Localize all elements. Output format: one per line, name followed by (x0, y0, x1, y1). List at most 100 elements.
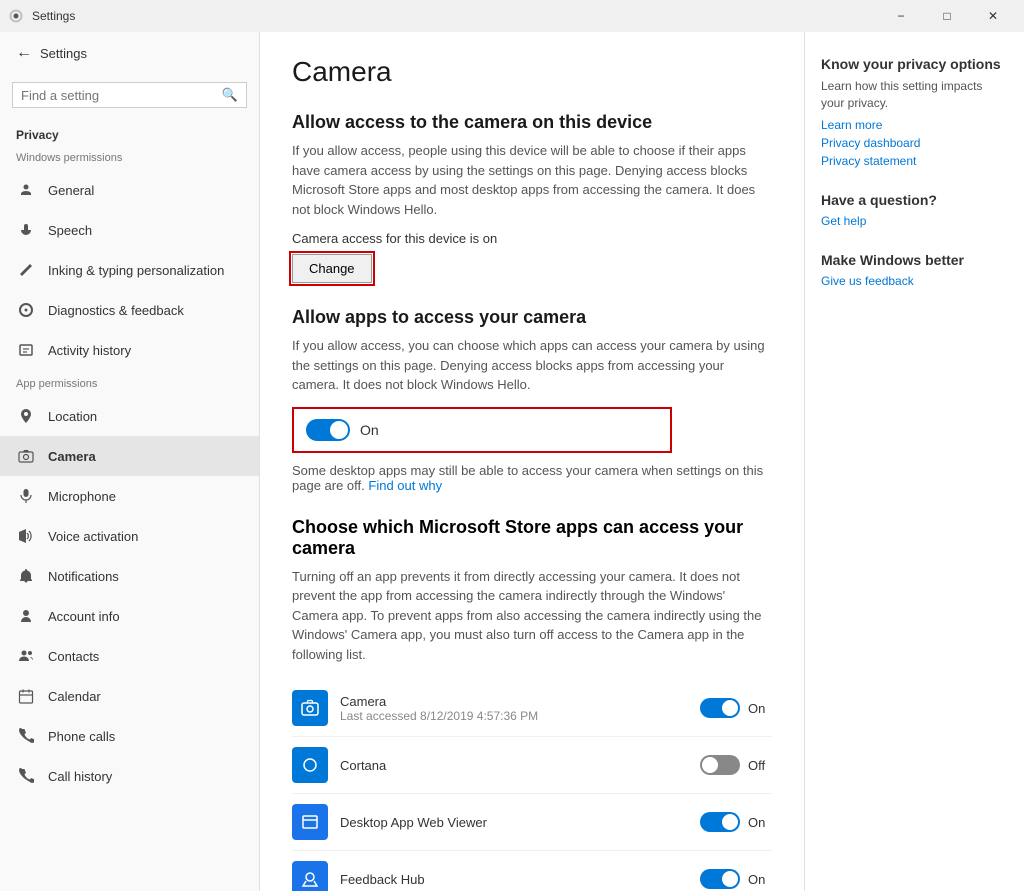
choose-apps-title: Choose which Microsoft Store apps can ac… (292, 517, 772, 559)
privacy-dashboard-link[interactable]: Privacy dashboard (821, 136, 1008, 150)
desktop-note-text: Some desktop apps may still be able to a… (292, 463, 763, 493)
diagnostics-icon (16, 300, 36, 320)
app-permissions-title: App permissions (0, 370, 259, 396)
allow-apps-toggle-row: On (292, 407, 672, 453)
find-out-why-link[interactable]: Find out why (368, 478, 442, 493)
camera-app-toggle-area: On (700, 698, 772, 718)
app-permissions-list: Location Camera Microphone Voice activat… (0, 396, 259, 796)
sidebar-item-phonecalls-label: Phone calls (48, 729, 115, 744)
location-icon (16, 406, 36, 426)
sidebar-item-location[interactable]: Location (0, 396, 259, 436)
feedback-hub-icon (292, 861, 328, 891)
feedback-hub-toggle-area: On (700, 869, 772, 889)
calendar-icon (16, 686, 36, 706)
sidebar-item-general-label: General (48, 183, 94, 198)
sidebar: ← Settings 🔍 Privacy Windows permissions… (0, 32, 260, 891)
camera-app-toggle-status: On (748, 701, 772, 716)
settings-icon (8, 8, 24, 24)
allow-device-title: Allow access to the camera on this devic… (292, 112, 772, 133)
sidebar-item-voice[interactable]: Voice activation (0, 516, 259, 556)
minimize-button[interactable]: − (878, 0, 924, 32)
right-panel: Know your privacy options Learn how this… (804, 32, 1024, 891)
sidebar-item-phonecalls[interactable]: Phone calls (0, 716, 259, 756)
sidebar-item-contacts[interactable]: Contacts (0, 636, 259, 676)
search-icon: 🔍 (222, 87, 238, 103)
make-windows-better-section: Make Windows better Give us feedback (821, 252, 1008, 288)
close-button[interactable]: ✕ (970, 0, 1016, 32)
desktop-web-viewer-toggle-status: On (748, 815, 772, 830)
general-icon (16, 180, 36, 200)
make-windows-better-title: Make Windows better (821, 252, 1008, 268)
app-row-feedback-hub: Feedback Hub On (292, 851, 772, 891)
learn-more-link[interactable]: Learn more (821, 118, 1008, 132)
windows-permissions-title: Windows permissions (0, 148, 259, 170)
feedback-hub-toggle-status: On (748, 872, 772, 887)
voice-icon (16, 526, 36, 546)
privacy-section-title: Privacy (0, 116, 259, 148)
camera-icon (16, 446, 36, 466)
title-bar-title: Settings (32, 9, 75, 23)
sidebar-item-calendar[interactable]: Calendar (0, 676, 259, 716)
accountinfo-icon (16, 606, 36, 626)
sidebar-item-camera[interactable]: Camera (0, 436, 259, 476)
cortana-name: Cortana (340, 758, 688, 773)
sidebar-item-diagnostics[interactable]: Diagnostics & feedback (0, 290, 259, 330)
sidebar-item-activity-label: Activity history (48, 343, 131, 358)
speech-icon (16, 220, 36, 240)
app-container: ← Settings 🔍 Privacy Windows permissions… (0, 32, 1024, 891)
phonecalls-icon (16, 726, 36, 746)
sidebar-item-voice-label: Voice activation (48, 529, 138, 544)
sidebar-item-microphone[interactable]: Microphone (0, 476, 259, 516)
get-help-link[interactable]: Get help (821, 214, 1008, 228)
inking-icon (16, 260, 36, 280)
sidebar-search-box[interactable]: 🔍 (12, 82, 247, 108)
back-arrow-icon: ← (16, 44, 32, 62)
cortana-info: Cortana (340, 758, 688, 773)
feedback-hub-toggle[interactable] (700, 869, 740, 889)
sidebar-item-contacts-label: Contacts (48, 649, 99, 664)
sidebar-item-accountinfo-label: Account info (48, 609, 120, 624)
contacts-icon (16, 646, 36, 666)
sidebar-item-notifications[interactable]: Notifications (0, 556, 259, 596)
sidebar-item-speech[interactable]: Speech (0, 210, 259, 250)
know-privacy-title: Know your privacy options (821, 56, 1008, 72)
sidebar-item-general[interactable]: General (0, 170, 259, 210)
camera-app-toggle[interactable] (700, 698, 740, 718)
sidebar-item-activity[interactable]: Activity history (0, 330, 259, 370)
allow-apps-section: Allow apps to access your camera If you … (292, 307, 772, 493)
cortana-icon (292, 747, 328, 783)
windows-permissions-list: General Speech Inking & typing personali… (0, 170, 259, 370)
app-row-camera: Camera Last accessed 8/12/2019 4:57:36 P… (292, 680, 772, 737)
allow-device-section: Allow access to the camera on this devic… (292, 112, 772, 307)
search-input[interactable] (21, 88, 222, 103)
feedback-hub-name: Feedback Hub (340, 872, 688, 887)
allow-device-desc: If you allow access, people using this d… (292, 141, 772, 219)
cortana-toggle-area: Off (700, 755, 772, 775)
cortana-toggle[interactable] (700, 755, 740, 775)
give-feedback-link[interactable]: Give us feedback (821, 274, 1008, 288)
sidebar-back-label: Settings (40, 46, 87, 61)
know-privacy-section: Know your privacy options Learn how this… (821, 56, 1008, 168)
desktop-note: Some desktop apps may still be able to a… (292, 463, 772, 493)
allow-apps-toggle[interactable] (306, 419, 350, 441)
main-content: Camera Allow access to the camera on thi… (260, 32, 804, 891)
sidebar-item-microphone-label: Microphone (48, 489, 116, 504)
page-title: Camera (292, 56, 772, 88)
maximize-button[interactable]: □ (924, 0, 970, 32)
allow-apps-title: Allow apps to access your camera (292, 307, 772, 328)
sidebar-item-accountinfo[interactable]: Account info (0, 596, 259, 636)
activity-icon (16, 340, 36, 360)
feedback-hub-info: Feedback Hub (340, 872, 688, 887)
sidebar-item-speech-label: Speech (48, 223, 92, 238)
app-list: Camera Last accessed 8/12/2019 4:57:36 P… (292, 680, 772, 891)
sidebar-item-inking[interactable]: Inking & typing personalization (0, 250, 259, 290)
sidebar-item-calendar-label: Calendar (48, 689, 101, 704)
camera-app-sub: Last accessed 8/12/2019 4:57:36 PM (340, 709, 688, 723)
have-question-title: Have a question? (821, 192, 1008, 208)
sidebar-item-callhistory[interactable]: Call history (0, 756, 259, 796)
change-button[interactable]: Change (292, 254, 372, 283)
privacy-statement-link[interactable]: Privacy statement (821, 154, 1008, 168)
device-status-label: Camera access for this device is on (292, 231, 772, 246)
desktop-web-viewer-toggle[interactable] (700, 812, 740, 832)
sidebar-back-button[interactable]: ← Settings (0, 32, 259, 74)
